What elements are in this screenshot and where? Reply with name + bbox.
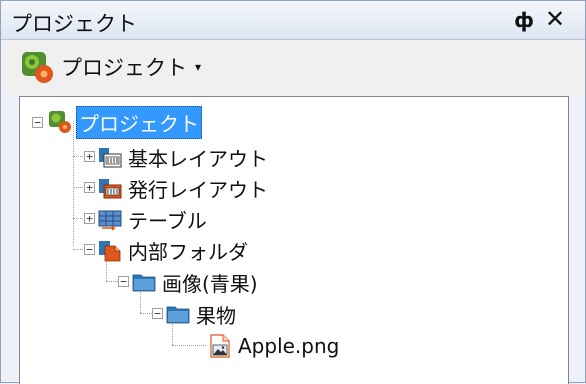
tree-item-project[interactable]: プロジェクト [48,105,202,139]
tree-item-publish-layout[interactable]: 発行レイアウト [98,173,270,203]
project-gear-icon [22,52,53,83]
project-tree[interactable]: − + + + − − − プロジェクト 基本レイアウト 発行レイアウト テーブ… [19,96,569,384]
tree-line [172,345,206,346]
tree-item-label: 果物 [196,303,236,328]
close-icon[interactable]: ✕ [542,5,568,33]
tree-item-label: 内部フォルダ [128,239,248,264]
tree-item-fruit-folder[interactable]: 果物 [166,299,238,329]
internal-folder-icon [99,241,121,262]
collapse-toggle-icon[interactable]: − [84,244,95,255]
collapse-toggle-icon[interactable]: − [152,308,163,319]
tree-item-label: Apple.png [238,334,340,358]
expand-toggle-icon[interactable]: + [84,213,95,224]
panel-toolbar: プロジェクト ▾ [1,40,585,96]
project-gear-icon [49,111,71,133]
project-panel: プロジェクト ф ✕ プロジェクト ▾ − + + + − − − プロジェクト… [0,0,586,384]
tree-item-label: 発行レイアウト [128,177,268,202]
expand-toggle-icon[interactable]: + [84,182,95,193]
panel-title-bar: プロジェクト ф ✕ [1,1,585,40]
panel-title: プロジェクト [11,12,137,36]
tree-item-apple-png[interactable]: Apple.png [208,331,341,361]
tree-item-label: 基本レイアウト [128,146,268,171]
tree-item-basic-layout[interactable]: 基本レイアウト [98,142,270,172]
project-menu-button[interactable]: プロジェクト ▾ [19,48,201,86]
tree-item-images-folder[interactable]: 画像(青果) [132,267,260,297]
chevron-down-icon: ▾ [195,60,202,74]
tree-item-label: 画像(青果) [162,271,258,296]
tree-line [73,121,74,246]
image-file-icon [210,334,230,358]
tree-item-internal-folder[interactable]: 内部フォルダ [98,235,250,265]
expand-toggle-icon[interactable]: + [84,151,95,162]
publish-layout-icon [99,179,122,199]
tree-item-table[interactable]: テーブル [98,204,209,234]
pin-icon[interactable]: ф [513,7,535,33]
folder-icon [166,306,190,324]
project-button-label: プロジェクト [61,56,187,80]
table-icon [98,210,122,231]
collapse-toggle-icon[interactable]: − [32,117,43,128]
tree-item-label: テーブル [128,208,207,233]
collapse-toggle-icon[interactable]: − [118,276,129,287]
folder-icon [132,274,156,292]
tree-item-label: プロジェクト [76,105,202,139]
basic-layout-icon [99,148,122,168]
